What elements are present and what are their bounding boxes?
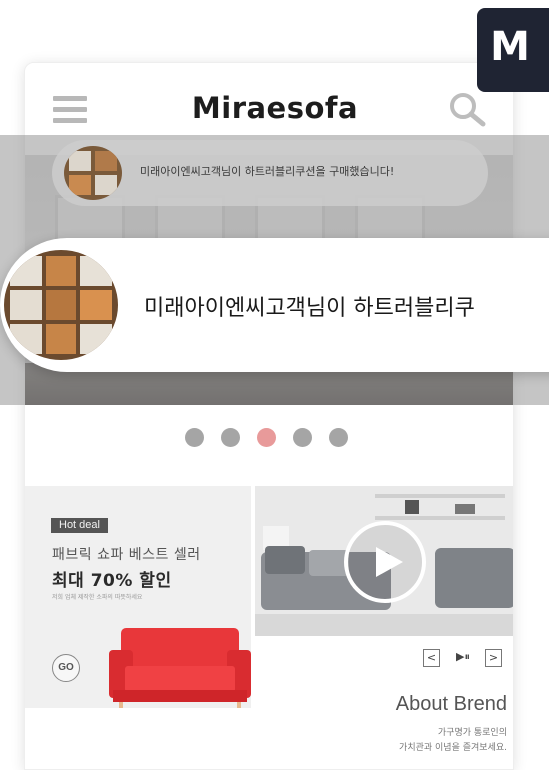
cushion-thumbnail: [4, 250, 118, 360]
screen: Miraesofa Hot deal 패브릭 쇼파 베스트 셀러 최대 70% …: [0, 0, 549, 770]
about-title[interactable]: About Brend: [325, 693, 507, 716]
about-line-1: 가구명가 통로인의: [437, 728, 507, 738]
brand-logo[interactable]: Miraesofa: [145, 91, 405, 125]
slider-dot-5[interactable]: [329, 428, 348, 447]
slider-dot-3-active[interactable]: [257, 428, 276, 447]
slider-dot-2[interactable]: [221, 428, 240, 447]
go-button[interactable]: GO: [52, 654, 80, 682]
play-pause-button[interactable]: ▶⏸: [446, 649, 480, 667]
brand-badge[interactable]: M: [477, 8, 549, 92]
notification-bubble-large[interactable]: 미래아이엔씨고객님이 하트러블리쿠: [0, 238, 549, 372]
promo-headline: 최대 70% 할인: [52, 571, 172, 591]
promo-banner[interactable]: Hot deal 패브릭 쇼파 베스트 셀러 최대 70% 할인 저희 업체 제…: [25, 486, 251, 708]
notification-bubble-small[interactable]: 미래아이엔씨고객님이 하트러블리쿠션을 구매했습니다!: [52, 140, 488, 206]
video-player[interactable]: [255, 486, 513, 636]
menu-icon[interactable]: [53, 96, 89, 124]
promo-subtitle: 패브릭 쇼파 베스트 셀러: [52, 547, 201, 563]
notification-text-large: 미래아이엔씨고객님이 하트러블리쿠: [144, 296, 475, 321]
slider-dots: [185, 428, 355, 450]
promo-note: 저희 업체 제작한 소파의 따뜻하세요: [52, 594, 143, 601]
next-button[interactable]: >: [485, 649, 502, 667]
search-icon[interactable]: [443, 89, 493, 129]
slider-dot-1[interactable]: [185, 428, 204, 447]
prev-button[interactable]: <: [423, 649, 440, 667]
hot-deal-badge: Hot deal: [51, 518, 108, 533]
about-line-2: 가치관과 이념을 즐겨보세요.: [399, 743, 507, 753]
slider-dot-4[interactable]: [293, 428, 312, 447]
play-button[interactable]: [343, 520, 427, 604]
cushion-thumbnail: [64, 146, 122, 200]
red-sofa-image: [109, 628, 251, 708]
video-controls: < ▶⏸ >: [423, 649, 507, 669]
badge-letter: M: [490, 24, 530, 70]
notification-text-small: 미래아이엔씨고객님이 하트러블리쿠션을 구매했습니다!: [140, 165, 395, 178]
